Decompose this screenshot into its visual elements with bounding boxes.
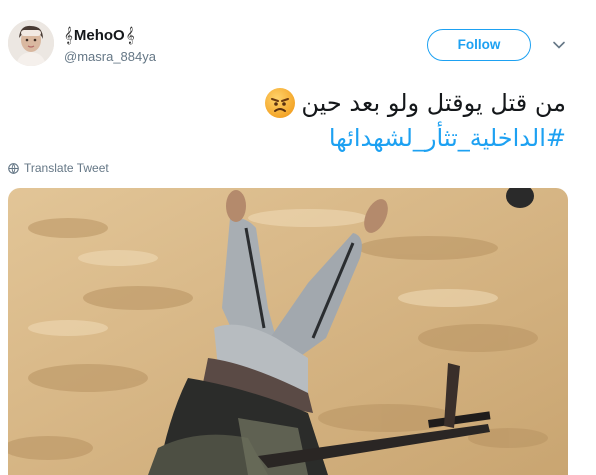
user-handle[interactable]: @masra_884ya <box>64 49 156 64</box>
display-name[interactable]: 𝄞 MehoO 𝄞 <box>64 26 135 44</box>
tweet-header: 𝄞 MehoO 𝄞 @masra_884ya Follow <box>0 0 596 80</box>
music-clef-icon: 𝄞 <box>125 26 135 44</box>
music-clef-icon: 𝄞 <box>64 26 73 44</box>
translate-label: Translate Tweet <box>24 161 109 175</box>
hashtag-link[interactable]: #الداخلية_تثأر_لشهدائها <box>329 124 566 152</box>
tweet-photo[interactable] <box>8 188 568 475</box>
avatar[interactable] <box>8 20 54 66</box>
angry-face-emoji-icon <box>265 88 296 118</box>
globe-icon <box>8 162 19 174</box>
chevron-down-icon[interactable] <box>552 38 566 52</box>
display-name-text: MehoO <box>73 26 125 44</box>
photo-image <box>8 188 568 475</box>
tweet-text-line: من قتل يوقتل ولو بعد حين <box>301 89 566 117</box>
translate-tweet-link[interactable]: Translate Tweet <box>8 161 109 175</box>
tweet-text: من قتل يوقتل ولو بعد حين <box>265 88 566 118</box>
follow-button[interactable]: Follow <box>427 29 531 61</box>
